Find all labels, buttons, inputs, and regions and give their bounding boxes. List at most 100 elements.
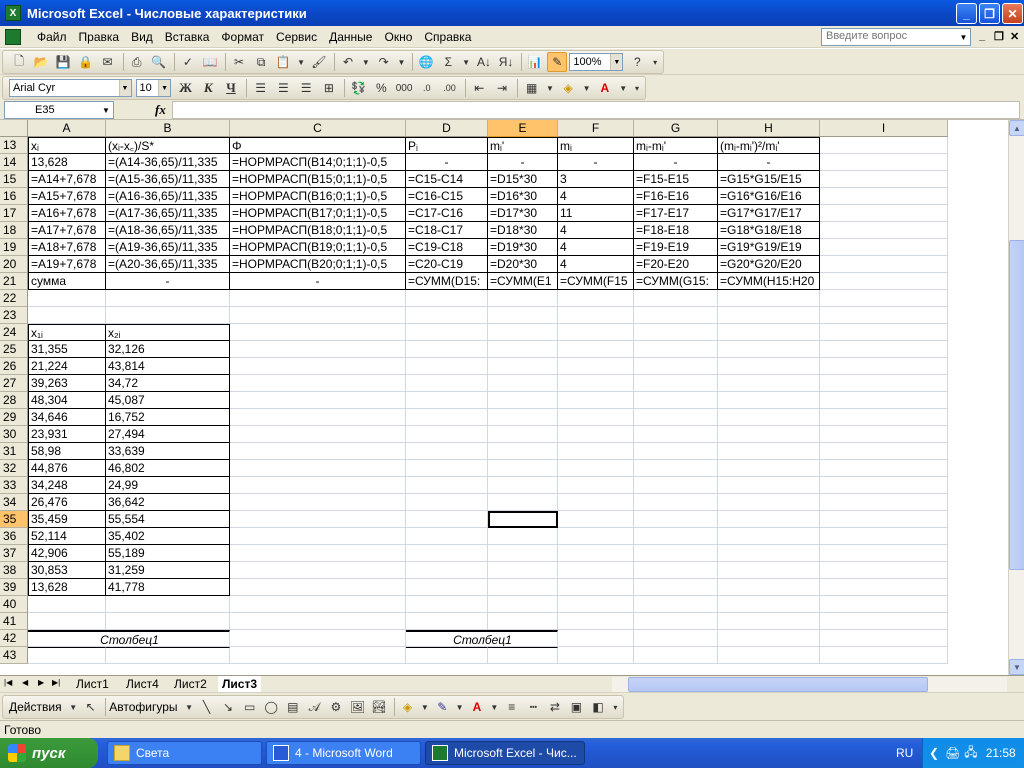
grid-cell[interactable] xyxy=(820,205,948,222)
grid-cell[interactable]: =(A17-36,65)/11,335 xyxy=(106,205,230,222)
grid-cell[interactable]: 11 xyxy=(558,205,634,222)
network-icon[interactable]: 🖧 xyxy=(964,743,977,764)
textbox-icon[interactable]: ▤ xyxy=(283,697,303,717)
doc-minimize-button[interactable]: _ xyxy=(979,30,985,42)
grid-cell[interactable]: (xᵢ-x꜀)/S* xyxy=(106,137,230,154)
grid-cell[interactable] xyxy=(820,256,948,273)
spreadsheet-grid[interactable]: ABCDEFGHI 13 xᵢ (xᵢ-x꜀)/S* Φ Pᵢ mᵢ' mᵢ mᵢ-mᵢ' (m… xyxy=(0,120,1008,675)
column-header[interactable]: D xyxy=(406,120,488,137)
undo-icon[interactable]: ↶ xyxy=(338,52,358,72)
vertical-scrollbar[interactable]: ▲ ▼ xyxy=(1008,120,1024,675)
borders-icon[interactable]: ▦ xyxy=(521,78,542,98)
grid-cell[interactable]: x₁ᵢ xyxy=(28,324,106,341)
grid-cell[interactable]: 36,642 xyxy=(106,494,230,511)
grid-cell[interactable]: =СУММ(F15 xyxy=(558,273,634,290)
grid-cell[interactable] xyxy=(634,409,718,426)
grid-cell[interactable] xyxy=(718,426,820,443)
column-header[interactable]: E xyxy=(488,120,558,137)
grid-cell[interactable] xyxy=(488,494,558,511)
column-header[interactable]: C xyxy=(230,120,406,137)
decrease-decimal-icon[interactable]: .00 xyxy=(439,78,460,98)
grid-cell[interactable]: 4 xyxy=(558,188,634,205)
grid-cell[interactable]: =C15-C14 xyxy=(406,171,488,188)
chevron-down-icon[interactable]: ▼ xyxy=(419,697,430,717)
grid-cell[interactable]: 31,259 xyxy=(106,562,230,579)
grid-cell[interactable]: 35,459 xyxy=(28,511,106,528)
grid-cell[interactable]: Столбец1 xyxy=(406,630,558,647)
task-folder[interactable]: Света xyxy=(107,741,262,765)
grid-cell[interactable] xyxy=(488,358,558,375)
percent-button[interactable]: % xyxy=(371,78,392,98)
grid-cell[interactable]: - xyxy=(634,154,718,171)
grid-cell[interactable] xyxy=(230,324,406,341)
grid-cell[interactable]: Pᵢ xyxy=(406,137,488,154)
grid-cell[interactable]: =A15+7,678 xyxy=(28,188,106,205)
paste-icon[interactable]: 📋 xyxy=(273,52,293,72)
save-icon[interactable]: 💾 xyxy=(53,52,73,72)
grid-cell[interactable] xyxy=(488,477,558,494)
grid-cell[interactable] xyxy=(820,426,948,443)
grid-cell[interactable]: 44,876 xyxy=(28,460,106,477)
grid-cell[interactable] xyxy=(634,647,718,664)
grid-cell[interactable] xyxy=(406,443,488,460)
grid-cell[interactable] xyxy=(406,307,488,324)
row-header[interactable]: 24 xyxy=(0,324,28,341)
grid-cell[interactable] xyxy=(230,307,406,324)
column-header[interactable]: H xyxy=(718,120,820,137)
select-objects-icon[interactable]: ↖ xyxy=(81,697,101,717)
chevron-down-icon[interactable]: ▼ xyxy=(957,29,970,45)
chevron-down-icon[interactable]: ▼ xyxy=(396,52,408,72)
grid-cell[interactable] xyxy=(230,290,406,307)
redo-icon[interactable]: ↷ xyxy=(374,52,394,72)
toolbar-options-icon[interactable]: ▾ xyxy=(649,52,661,72)
grid-cell[interactable] xyxy=(106,596,230,613)
grid-cell[interactable] xyxy=(718,290,820,307)
grid-cell[interactable] xyxy=(230,528,406,545)
grid-cell[interactable]: =D17*30 xyxy=(488,205,558,222)
grid-cell[interactable]: 4 xyxy=(558,222,634,239)
row-header[interactable]: 38 xyxy=(0,562,28,579)
tab-sheet1[interactable]: Лист1 xyxy=(72,676,113,692)
grid-cell[interactable] xyxy=(488,460,558,477)
grid-cell[interactable] xyxy=(718,579,820,596)
grid-cell[interactable]: =D15*30 xyxy=(488,171,558,188)
grid-cell[interactable] xyxy=(718,596,820,613)
grid-cell[interactable] xyxy=(488,307,558,324)
help-search-input[interactable]: Введите вопрос xyxy=(821,28,971,46)
grid-cell[interactable] xyxy=(406,477,488,494)
grid-cell[interactable] xyxy=(230,596,406,613)
dash-style-icon[interactable]: ┅ xyxy=(524,697,544,717)
grid-cell[interactable] xyxy=(558,307,634,324)
row-header[interactable]: 18 xyxy=(0,222,28,239)
sort-ascending-icon[interactable]: A↓ xyxy=(474,52,494,72)
grid-cell[interactable] xyxy=(28,647,106,664)
chevron-down-icon[interactable]: ▼ xyxy=(68,697,79,717)
grid-cell[interactable]: =D18*30 xyxy=(488,222,558,239)
increase-decimal-icon[interactable]: .0 xyxy=(416,78,437,98)
grid-cell[interactable] xyxy=(406,545,488,562)
grid-cell[interactable] xyxy=(820,477,948,494)
grid-cell[interactable] xyxy=(718,613,820,630)
grid-cell[interactable] xyxy=(406,392,488,409)
grid-cell[interactable]: =A14+7,678 xyxy=(28,171,106,188)
grid-cell[interactable]: Столбец1 xyxy=(28,630,230,647)
grid-cell[interactable] xyxy=(230,613,406,630)
grid-cell[interactable]: =НОРМРАСП(B20;0;1;1)-0,5 xyxy=(230,256,406,273)
fill-color-icon[interactable]: ◈ xyxy=(398,697,418,717)
picture-icon[interactable]: 🏞 xyxy=(369,697,389,717)
menu-file[interactable]: Файл xyxy=(31,30,73,44)
row-header[interactable]: 36 xyxy=(0,528,28,545)
grid-cell[interactable] xyxy=(406,613,488,630)
grid-cell[interactable] xyxy=(820,460,948,477)
grid-cell[interactable]: 55,189 xyxy=(106,545,230,562)
row-header[interactable]: 16 xyxy=(0,188,28,205)
grid-cell[interactable]: =(A18-36,65)/11,335 xyxy=(106,222,230,239)
grid-cell[interactable]: 43,814 xyxy=(106,358,230,375)
grid-cell[interactable] xyxy=(230,392,406,409)
grid-cell[interactable] xyxy=(820,239,948,256)
grid-cell[interactable] xyxy=(558,528,634,545)
grid-cell[interactable] xyxy=(718,630,820,647)
scroll-up-icon[interactable]: ▲ xyxy=(1009,120,1024,136)
row-header[interactable]: 30 xyxy=(0,426,28,443)
grid-cell[interactable] xyxy=(820,596,948,613)
